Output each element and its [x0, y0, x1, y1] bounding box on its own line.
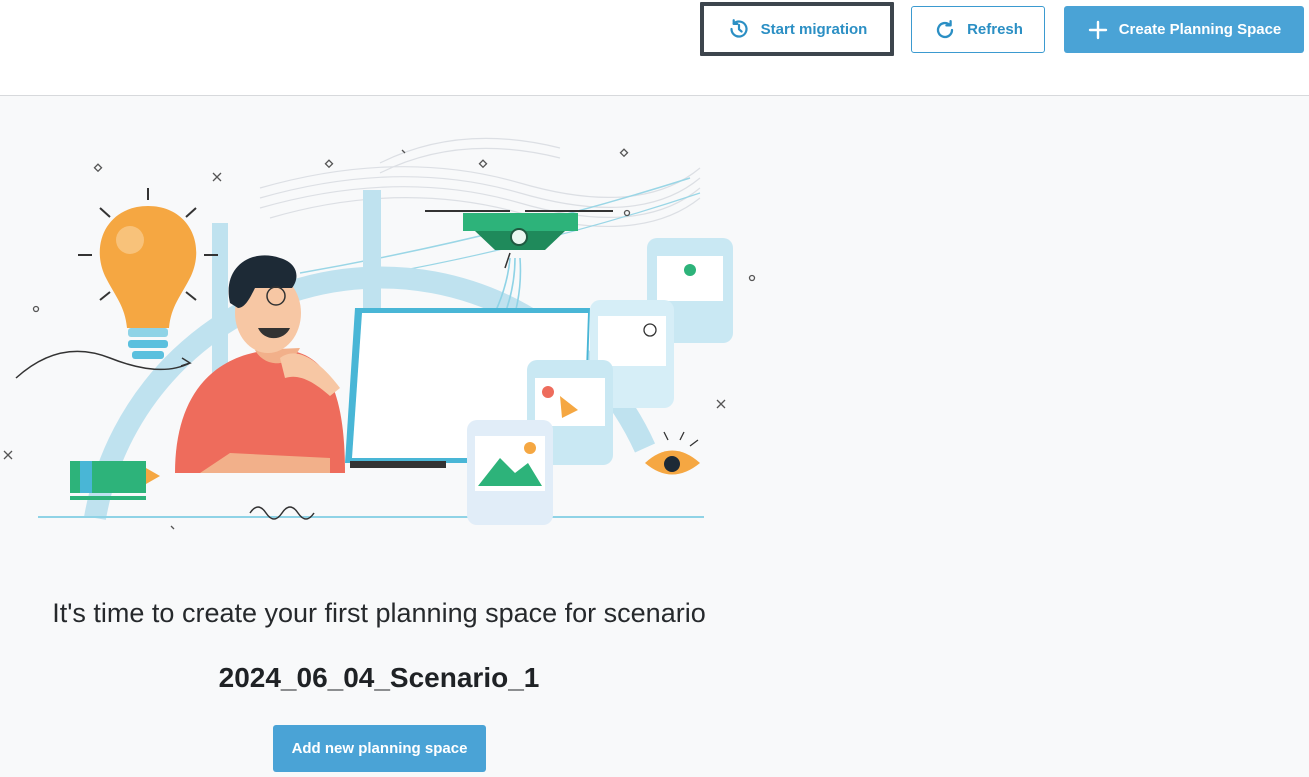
clock-history-icon	[727, 17, 751, 41]
create-planning-space-label: Create Planning Space	[1118, 21, 1282, 38]
top-toolbar: Start migration Refresh Create Planning …	[0, 0, 1309, 96]
refresh-icon	[933, 18, 957, 42]
drone	[425, 210, 613, 269]
empty-state-message: It's time to create your first planning …	[52, 598, 706, 628]
book	[70, 461, 160, 500]
create-planning-space-button[interactable]: Create Planning Space	[1064, 6, 1304, 53]
start-migration-label: Start migration	[760, 20, 868, 38]
refresh-label: Refresh	[967, 21, 1023, 38]
scenario-name: 2024_06_04_Scenario_1	[218, 662, 540, 693]
refresh-button[interactable]: Refresh	[911, 6, 1045, 53]
start-migration-button[interactable]: Start migration	[700, 2, 894, 56]
plus-icon	[1087, 19, 1109, 41]
add-new-planning-space-label: Add new planning space	[291, 740, 468, 757]
empty-state-illustration	[3, 137, 756, 530]
add-new-planning-space-button[interactable]: Add new planning space	[273, 725, 486, 772]
eye-shape	[645, 431, 700, 475]
